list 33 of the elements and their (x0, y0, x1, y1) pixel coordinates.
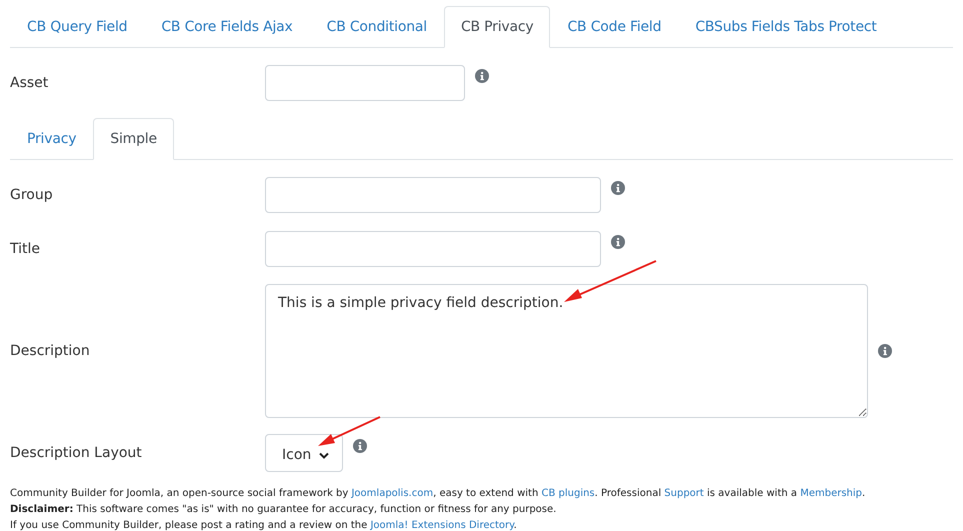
field-label: Description Layout (10, 445, 143, 461)
field-label: Description (10, 343, 91, 359)
field-label: Asset (10, 75, 50, 91)
info-icon[interactable] (353, 439, 367, 453)
tab[interactable]: CB Query Field (10, 6, 144, 48)
tab[interactable]: CB Code Field (550, 6, 678, 48)
link[interactable]: Joomlapolis.com (351, 488, 434, 499)
info-icon[interactable] (611, 181, 625, 195)
info-icon[interactable] (475, 69, 489, 83)
tab[interactable]: CBSubs Fields Tabs Protect (678, 6, 894, 48)
field-label: Group (10, 187, 54, 203)
chevron-icon (319, 452, 330, 458)
link[interactable]: Joomla! Extensions Directory (370, 520, 514, 531)
select-dropdown[interactable]: Icon (265, 434, 343, 472)
info-icon[interactable] (611, 235, 625, 249)
tab[interactable]: CB Privacy (444, 6, 550, 48)
link[interactable]: Support (664, 488, 704, 499)
tab[interactable]: Privacy (10, 118, 94, 160)
input-field[interactable] (265, 65, 465, 101)
tab[interactable]: Simple (93, 118, 174, 160)
footer-text: If you use Community Builder, please post a rating and a review on the Joomla! Extensions Directory. (10, 519, 518, 531)
link[interactable]: CB plugins (541, 488, 595, 499)
tab[interactable]: CB Conditional (310, 6, 444, 48)
input-field[interactable] (265, 231, 601, 267)
field-label: Title (10, 241, 42, 257)
tab[interactable]: CB Core Fields Ajax (144, 6, 310, 48)
footer-text: Community Builder for Joomla, an open-source social framework by Joomlapolis.com, easy to extend with CB plugins. Professional Support is available with a Membership. (10, 487, 866, 501)
input-field[interactable] (265, 177, 601, 213)
annotation-arrow (316, 415, 382, 447)
info-icon[interactable] (878, 344, 892, 358)
link[interactable]: Membership (800, 488, 862, 499)
footer-text: Disclaimer: This software comes "as is" with no guarantee for accuracy, function or fitness for any purpose. (10, 503, 558, 517)
text-area[interactable]: This is a simple privacy field description. (265, 284, 868, 418)
